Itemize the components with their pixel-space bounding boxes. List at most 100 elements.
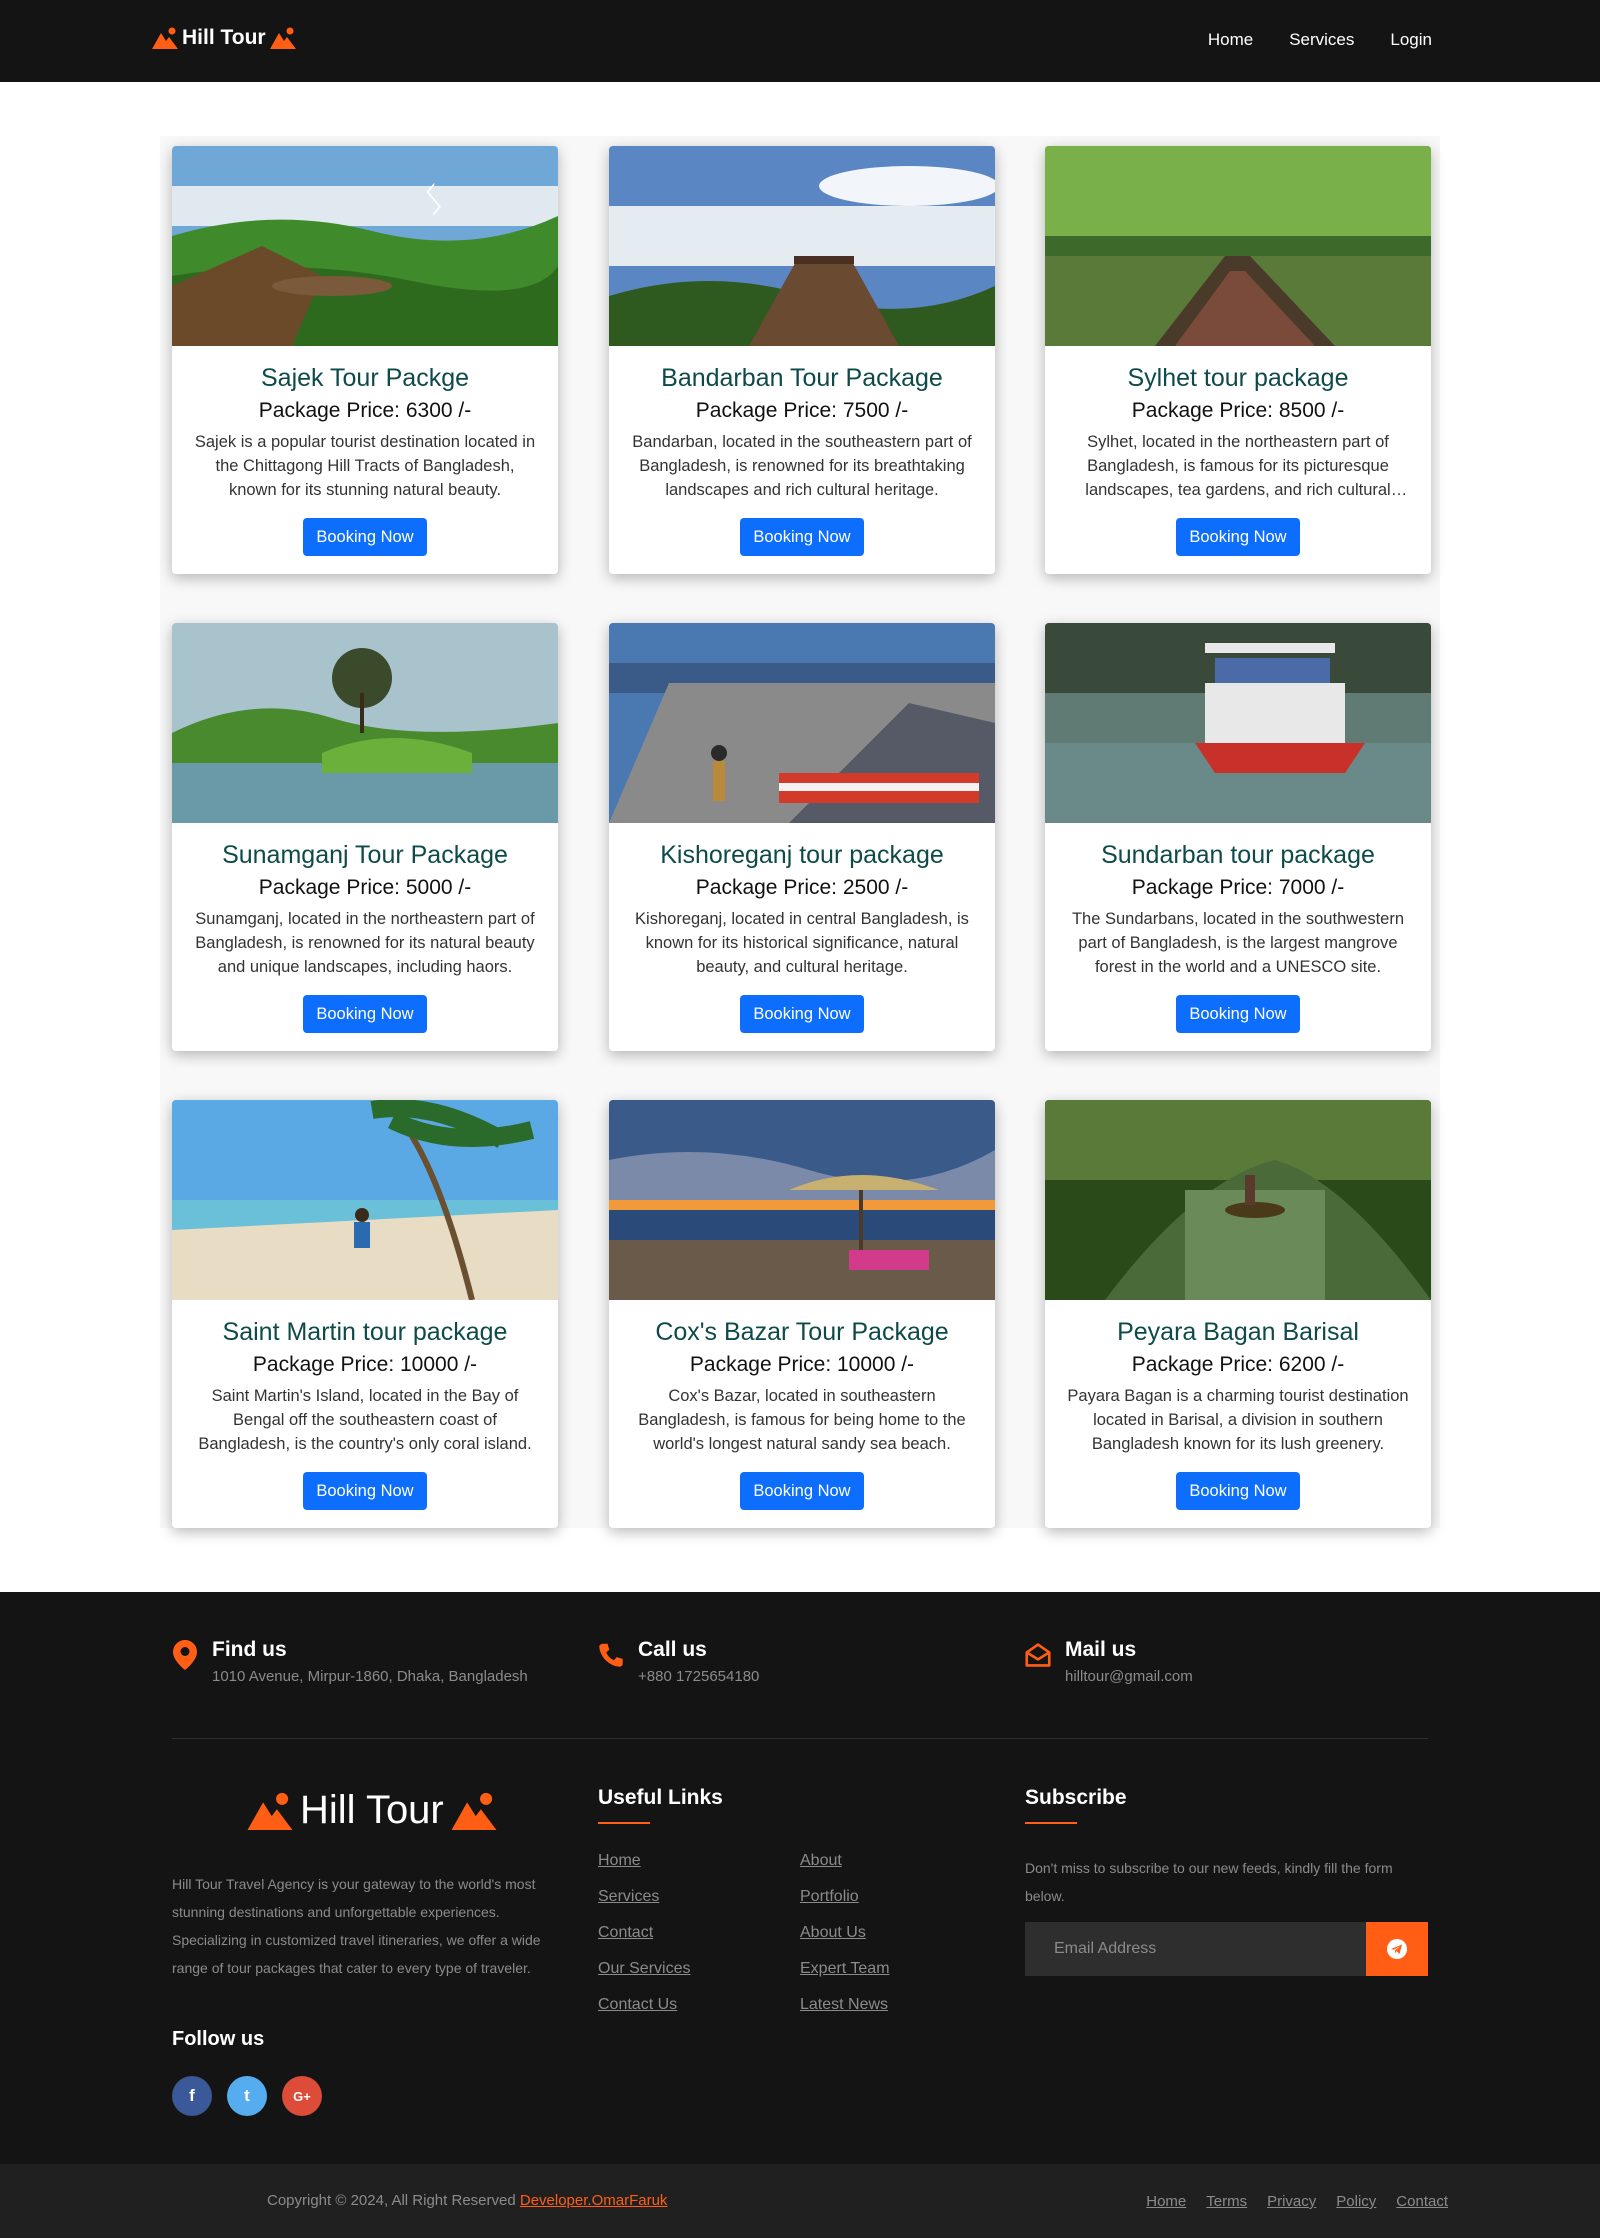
footer-link-latest-news[interactable]: Latest News (800, 1994, 890, 2016)
package-card: Bandarban Tour Package Package Price: 750… (609, 146, 995, 574)
package-price: Package Price: 7500 /- (695, 399, 909, 422)
brand-name: Hill Tour (182, 26, 266, 49)
contact-call-us: Call us +880 1725654180 (598, 1638, 759, 1685)
bottom-link-terms[interactable]: Terms (1206, 2193, 1247, 2210)
package-image (609, 146, 995, 346)
booking-now-button[interactable]: Booking Now (740, 1472, 864, 1510)
footer-link-about[interactable]: About (800, 1850, 890, 1872)
footer-brand-name: Hill Tour (300, 1788, 444, 1832)
package-description: The Sundarbans, located in the southwest… (1071, 910, 1405, 976)
booking-now-button[interactable]: Booking Now (303, 1472, 427, 1510)
nav-link-login[interactable]: Login (1390, 30, 1432, 50)
package-title: Saint Martin tour package (222, 1318, 508, 1346)
brand-logo[interactable]: Hill Tour (152, 26, 296, 50)
footer: Find us 1010 Avenue, Mirpur-1860, Dhaka,… (0, 1592, 1600, 2164)
footer-link-our-services[interactable]: Our Services (598, 1958, 690, 1980)
nav-link-services[interactable]: Services (1289, 30, 1354, 50)
package-title: Sylhet tour package (1127, 364, 1349, 392)
subscribe-text: Don't miss to subscribe to our new feeds… (1025, 1860, 1393, 1904)
package-card: Peyara Bagan Barisal Package Price: 6200 … (1045, 1100, 1431, 1528)
package-card: Kishoreganj tour package Package Price: 2… (609, 623, 995, 1051)
booking-now-button[interactable]: Booking Now (740, 995, 864, 1033)
package-title: Kishoreganj tour package (660, 841, 944, 869)
envelope-open-icon (1025, 1643, 1051, 1667)
subscribe-form (1025, 1922, 1428, 1976)
nav-links: Home Services Login (1208, 30, 1432, 50)
package-price: Package Price: 2500 /- (695, 876, 909, 899)
package-description: Sunamganj, located in the northeastern p… (195, 910, 535, 976)
contact-title: Mail us (1065, 1638, 1137, 1661)
booking-now-button[interactable]: Booking Now (1176, 995, 1300, 1033)
footer-about-text: Hill Tour Travel Agency is your gateway … (172, 1876, 541, 1976)
svg-text:ᛊ: ᛊ (422, 178, 446, 224)
copyright-text: Copyright © 2024, All Right Reserved (267, 2192, 516, 2209)
follow-us-title: Follow us (172, 2028, 265, 2050)
contact-text: hilltour@gmail.com (1065, 1668, 1193, 1685)
package-title: Peyara Bagan Barisal (1117, 1318, 1359, 1346)
package-image (1045, 146, 1431, 346)
contact-find-us: Find us 1010 Avenue, Mirpur-1860, Dhaka,… (172, 1638, 528, 1685)
useful-links-col-2: About Portfolio About Us Expert Team Lat… (800, 1850, 890, 2016)
package-image: ᛊ (172, 146, 558, 346)
contact-title: Find us (212, 1638, 287, 1661)
packages-section: ᛊ Sajek Tour Packge Package Price: 6300 /-… (160, 136, 1440, 1528)
footer-link-portfolio[interactable]: Portfolio (800, 1886, 890, 1908)
package-description: Sajek is a popular tourist destination l… (194, 433, 536, 499)
package-title: Sajek Tour Packge (261, 364, 469, 392)
twitter-icon[interactable]: t (227, 2076, 267, 2116)
package-description: Saint Martin's Island, located in the Ba… (198, 1387, 532, 1453)
package-description: Cox's Bazar, located in southeastern Ban… (638, 1387, 966, 1453)
footer-logo[interactable]: Hill Tour (246, 1788, 498, 1833)
footer-link-home[interactable]: Home (598, 1850, 690, 1872)
package-price: Package Price: 10000 /- (689, 1353, 915, 1376)
mountain-icon (451, 1792, 497, 1830)
subscribe-title: Subscribe (1025, 1786, 1127, 1824)
booking-now-button[interactable]: Booking Now (303, 518, 427, 556)
footer-link-expert-team[interactable]: Expert Team (800, 1958, 890, 1980)
package-description: Payara Bagan is a charming tourist desti… (1067, 1387, 1409, 1453)
package-price: Package Price: 7000 /- (1131, 876, 1345, 899)
facebook-icon[interactable]: f (172, 2076, 212, 2116)
package-title: Sundarban tour package (1101, 841, 1375, 869)
package-price: Package Price: 6300 /- (258, 399, 472, 422)
useful-links-col-1: Home Services Contact Our Services Conta… (598, 1850, 690, 2016)
package-price: Package Price: 8500 /- (1131, 399, 1345, 422)
contact-text: 1010 Avenue, Mirpur-1860, Dhaka, Banglad… (212, 1668, 528, 1685)
booking-now-button[interactable]: Booking Now (1176, 518, 1300, 556)
package-description: Bandarban, located in the southeastern p… (632, 433, 972, 499)
package-image (609, 1100, 995, 1300)
package-description: Kishoreganj, located in central Banglade… (635, 910, 969, 976)
contact-text: +880 1725654180 (638, 1668, 760, 1685)
mountain-icon (269, 27, 296, 49)
nav-link-home[interactable]: Home (1208, 30, 1253, 50)
bottom-link-home[interactable]: Home (1146, 2193, 1186, 2210)
bottom-link-policy[interactable]: Policy (1336, 2193, 1376, 2210)
footer-link-about-us[interactable]: About Us (800, 1922, 890, 1944)
package-card: Saint Martin tour package Package Price: … (172, 1100, 558, 1528)
bottom-link-contact[interactable]: Contact (1396, 2193, 1448, 2210)
google-plus-icon[interactable]: G+ (282, 2076, 322, 2116)
booking-now-button[interactable]: Booking Now (740, 518, 864, 556)
email-input[interactable] (1025, 1922, 1366, 1976)
booking-now-button[interactable]: Booking Now (303, 995, 427, 1033)
booking-now-button[interactable]: Booking Now (1176, 1472, 1300, 1510)
footer-link-contact[interactable]: Contact (598, 1922, 690, 1944)
package-title: Sunamganj Tour Package (222, 841, 508, 869)
developer-link[interactable]: Developer.OmarFaruk (520, 2192, 668, 2209)
footer-link-services[interactable]: Services (598, 1886, 690, 1908)
package-price: Package Price: 6200 /- (1131, 1353, 1345, 1376)
mountain-icon (247, 1792, 293, 1830)
package-image (609, 623, 995, 823)
subscribe-button[interactable] (1366, 1922, 1428, 1976)
contact-mail-us: Mail us hilltour@gmail.com (1025, 1638, 1193, 1685)
footer-link-contact-us[interactable]: Contact Us (598, 1994, 690, 2016)
package-image (172, 1100, 558, 1300)
contact-title: Call us (638, 1638, 707, 1661)
useful-links-title: Useful Links (598, 1786, 723, 1824)
package-card: Sylhet tour package Package Price: 8500 /… (1045, 146, 1431, 574)
package-card: Sundarban tour package Package Price: 700… (1045, 623, 1431, 1051)
bottom-bar: Copyright © 2024, All Right Reserved Dev… (0, 2164, 1600, 2238)
package-price: Package Price: 10000 /- (252, 1353, 478, 1376)
phone-icon (599, 1643, 623, 1667)
bottom-link-privacy[interactable]: Privacy (1267, 2193, 1316, 2210)
